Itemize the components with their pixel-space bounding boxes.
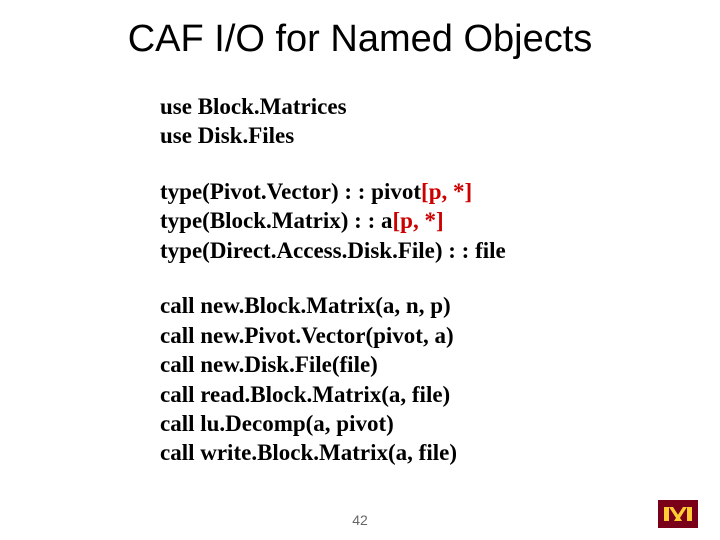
slide-number: 42 <box>0 512 720 528</box>
slide: CAF I/O for Named Objects use Block.Matr… <box>0 0 720 540</box>
coarray-dim: [p, *] <box>421 179 472 204</box>
code-line: call read.Block.Matrix(a, file) <box>160 380 650 409</box>
type-block: type(Pivot.Vector) : : pivot[p, *] type(… <box>160 177 650 265</box>
slide-title: CAF I/O for Named Objects <box>0 18 720 61</box>
code-body: use Block.Matrices use Disk.Files type(P… <box>160 92 650 468</box>
code-line: call new.Pivot.Vector(pivot, a) <box>160 321 650 350</box>
code-line: type(Pivot.Vector) : : pivot[p, *] <box>160 177 650 206</box>
coarray-dim: [p, *] <box>393 208 444 233</box>
code-line: type(Block.Matrix) : : a[p, *] <box>160 206 650 235</box>
code-text: type(Pivot.Vector) : : pivot <box>160 179 421 204</box>
use-block: use Block.Matrices use Disk.Files <box>160 92 650 151</box>
call-block: call new.Block.Matrix(a, n, p) call new.… <box>160 291 650 468</box>
code-text: type(Block.Matrix) : : a <box>160 208 393 233</box>
code-line: call new.Block.Matrix(a, n, p) <box>160 291 650 320</box>
umn-logo-icon <box>658 500 698 528</box>
code-line: call write.Block.Matrix(a, file) <box>160 438 650 467</box>
code-line: call lu.Decomp(a, pivot) <box>160 409 650 438</box>
code-line: type(Direct.Access.Disk.File) : : file <box>160 236 650 265</box>
code-line: call new.Disk.File(file) <box>160 350 650 379</box>
code-line: use Disk.Files <box>160 121 650 150</box>
code-line: use Block.Matrices <box>160 92 650 121</box>
